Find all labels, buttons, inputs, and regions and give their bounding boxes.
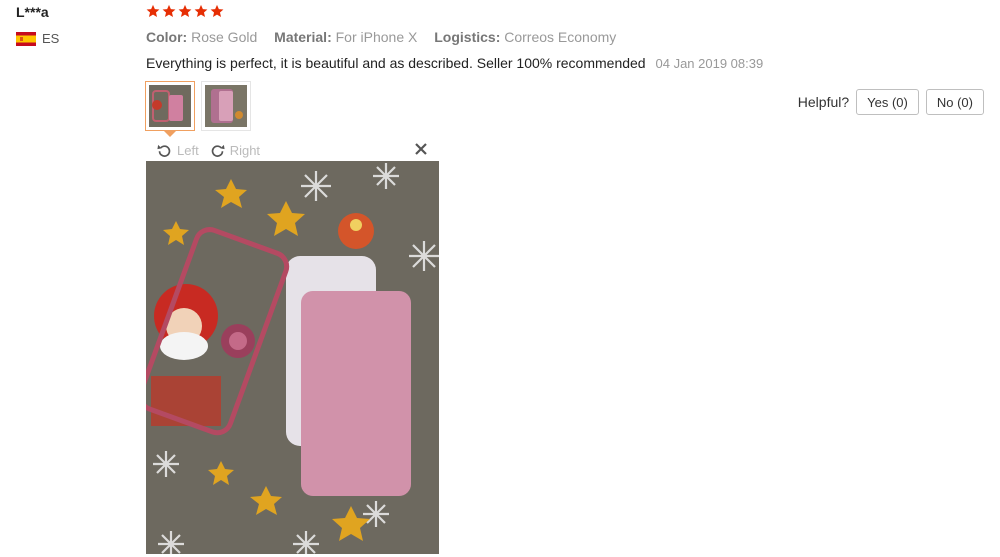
attribute-color: Color: Rose Gold <box>146 29 258 45</box>
photo-thumbnail-1[interactable] <box>145 81 195 137</box>
rotate-left-label: Left <box>177 142 199 158</box>
country-code: ES <box>42 31 60 46</box>
rotate-right-icon <box>211 144 225 157</box>
star-icon <box>194 4 208 18</box>
spain-flag-icon <box>16 31 36 46</box>
photo-thumbnail-2[interactable] <box>201 81 251 131</box>
review-date: 04 Jan 2019 08:39 <box>655 56 764 71</box>
reviewer-country: ES <box>16 31 59 46</box>
helpful-label: Helpful? <box>797 94 850 110</box>
attribute-material: Material: For iPhone X <box>274 29 418 45</box>
vote-no-button[interactable]: No (0) <box>925 89 984 115</box>
attribute-logistics: Logistics: Correos Economy <box>434 29 617 45</box>
rotate-left-button[interactable]: Left <box>156 142 199 159</box>
product-attributes: Color: Rose Gold Material: For iPhone X … <box>146 29 629 45</box>
review-photo <box>146 161 439 554</box>
rotate-left-icon <box>157 144 171 157</box>
rotate-right-button[interactable]: Right <box>209 142 260 159</box>
star-icon <box>146 4 160 18</box>
review-body: Everything is perfect, it is beautiful a… <box>146 55 763 71</box>
vote-yes-button[interactable]: Yes (0) <box>856 89 919 115</box>
helpful-vote: Helpful? Yes (0) No (0) <box>798 89 984 115</box>
thumbnail-image <box>149 85 191 127</box>
review-text: Everything is perfect, it is beautiful a… <box>146 55 646 71</box>
enlarged-review-photo <box>146 161 439 554</box>
star-icon <box>178 4 192 18</box>
star-rating <box>146 4 224 18</box>
close-icon[interactable] <box>414 142 428 156</box>
photo-viewer-toolbar: Left Right <box>146 139 438 161</box>
rotate-right-label: Right <box>229 142 261 158</box>
review-photo-thumbnails <box>145 81 251 137</box>
star-icon <box>162 4 176 18</box>
reviewer-name: L***a <box>16 4 49 20</box>
thumbnail-image <box>205 85 247 127</box>
star-icon <box>210 4 224 18</box>
